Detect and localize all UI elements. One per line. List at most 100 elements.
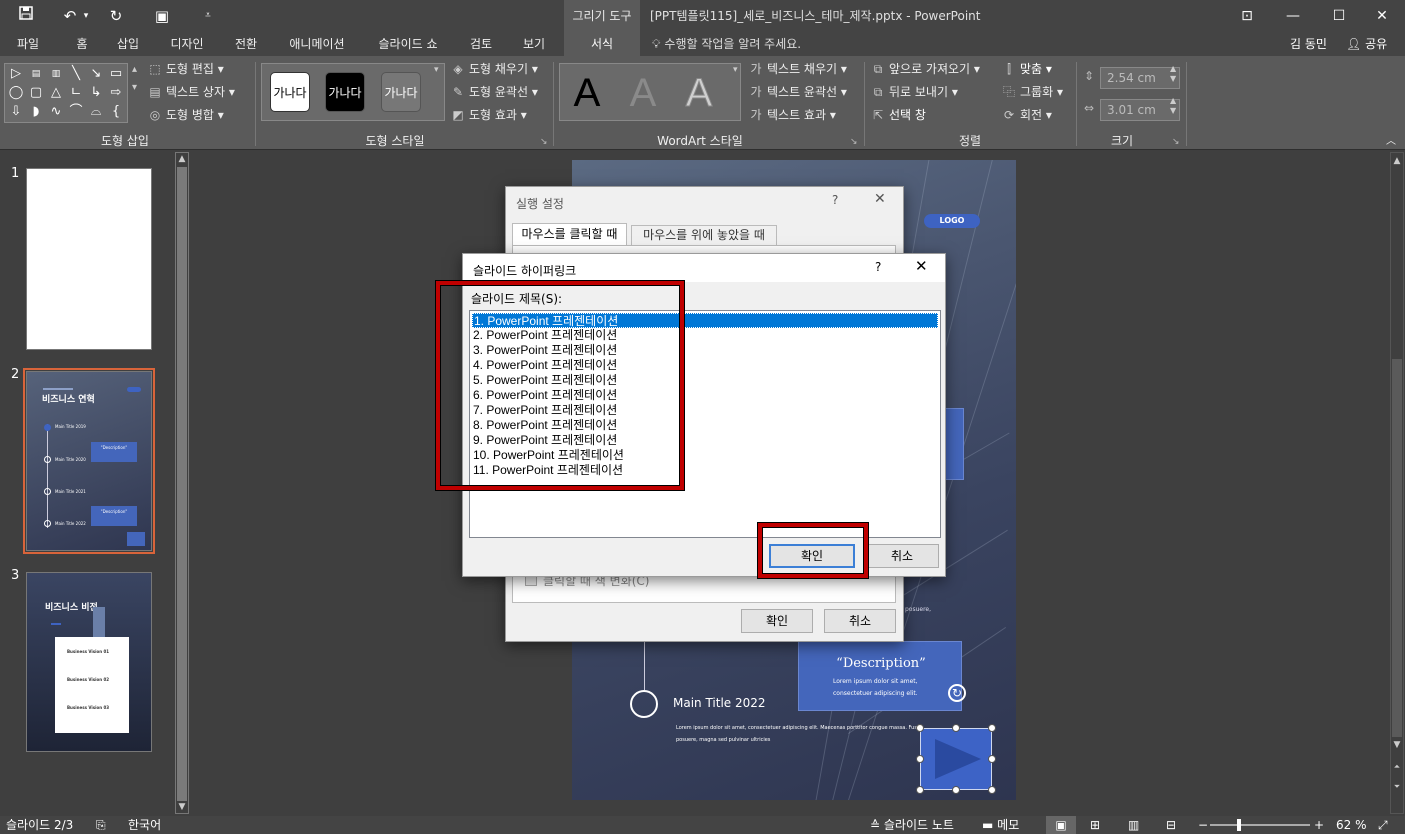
editor-scroll-thumb[interactable]	[1392, 359, 1402, 737]
previous-slide-icon[interactable]: ⏶	[1391, 761, 1403, 773]
text-outline-button[interactable]: 가 텍스트 윤곽선 ▾	[748, 82, 846, 102]
resize-handle[interactable]	[988, 724, 996, 732]
wordart-style-gray[interactable]: A	[618, 70, 668, 116]
customize-toolbar-icon[interactable]: ⩡	[196, 5, 220, 27]
zoom-level[interactable]: 62 %	[1336, 816, 1367, 834]
undo-dropdown-icon[interactable]: ▾	[80, 5, 92, 27]
line-icon[interactable]: ╲	[67, 65, 85, 83]
comments-button[interactable]: ▬ 메모	[982, 816, 1019, 834]
align-button[interactable]: ⫿ 맞춤 ▾	[1001, 59, 1052, 79]
rotate-handle-icon[interactable]: ↻	[948, 684, 966, 702]
shapes-gallery[interactable]: ▷ ▤ ▥ ╲ ↘ ▭ ◯ ▢ △ ㄴ ↳ ⇨ ⇩ ◗ ∿ ⌒ ⌓ {	[4, 63, 128, 123]
freeform-icon[interactable]: ◗	[27, 103, 45, 121]
brace-icon[interactable]: {	[107, 103, 125, 121]
tab-format[interactable]: 서식	[564, 32, 640, 56]
start-slideshow-icon[interactable]: ▣	[150, 5, 174, 27]
rotate-button[interactable]: ⟳ 회전 ▾	[1001, 105, 1052, 125]
text-box-button[interactable]: ▤ 텍스트 상자 ▾	[147, 82, 235, 102]
arrow-line-icon[interactable]: ↘	[87, 65, 105, 83]
tell-me-search[interactable]: 💡︎ 수행할 작업을 알려 주세요.	[652, 32, 801, 56]
wordart-style-outline[interactable]: A	[674, 70, 724, 116]
shape-effects-button[interactable]: ◩ 도형 효과 ▾	[450, 105, 527, 125]
shapes-more-icon[interactable]: ▾	[132, 78, 137, 98]
main-body[interactable]: Lorem ipsum dolor sit amet, consectetuer…	[676, 722, 926, 746]
text-box-shape-icon[interactable]: ▷	[7, 65, 25, 83]
merge-shapes-button[interactable]: ◎ 도형 병합 ▾	[147, 105, 224, 125]
shape-style-gray[interactable]: 가나다	[381, 72, 421, 112]
shape-styles-more-icon[interactable]: ▾	[434, 60, 439, 80]
resize-handle[interactable]	[916, 755, 924, 763]
help-icon[interactable]: ?	[832, 193, 838, 207]
ribbon-display-options-icon[interactable]: ⊡	[1224, 0, 1270, 32]
share-button[interactable]: 👤︎ 공유	[1346, 32, 1387, 56]
bring-forward-button[interactable]: ⧉ 앞으로 가져오기 ▾	[870, 59, 980, 79]
scribble-icon[interactable]: ⌒	[67, 103, 85, 121]
group-button[interactable]: ⿻ 그룹화 ▾	[1001, 82, 1063, 102]
scroll-down-icon[interactable]: ▼	[176, 801, 188, 813]
redo-icon[interactable]: ↻	[104, 5, 128, 27]
tab-slideshow[interactable]: 슬라이드 쇼	[370, 32, 446, 56]
close-icon[interactable]: ✕	[874, 191, 886, 207]
width-field[interactable]: 3.01 cm	[1100, 99, 1180, 121]
text-box-icon[interactable]: ▤	[27, 65, 45, 83]
tab-mouse-over[interactable]: 마우스를 위에 놓았을 때	[631, 225, 777, 245]
rounded-rectangle-icon[interactable]: ▢	[27, 84, 45, 102]
slide-sorter-icon[interactable]: ⊞	[1090, 816, 1100, 834]
tab-view[interactable]: 보기	[514, 32, 554, 56]
selected-play-shape[interactable]	[920, 728, 992, 790]
resize-handle[interactable]	[988, 755, 996, 763]
size-launcher-icon[interactable]: ↘	[1172, 132, 1180, 152]
slide-logo[interactable]: LOGO	[924, 214, 980, 228]
description-box-partial[interactable]	[944, 408, 964, 480]
send-backward-button[interactable]: ⧉ 뒤로 보내기 ▾	[870, 82, 958, 102]
oval-icon[interactable]: ◯	[7, 84, 25, 102]
wordart-style-black[interactable]: A	[562, 70, 612, 116]
elbow-connector-icon[interactable]: ㄴ	[67, 84, 85, 102]
width-spinner-icon[interactable]: ▲ ▼	[1170, 96, 1176, 116]
thumbnail-scrollbar[interactable]: ▲ ▼	[175, 152, 189, 814]
triangle-icon[interactable]: △	[47, 84, 65, 102]
spellcheck-icon[interactable]: ⎘	[96, 816, 106, 834]
tab-mouse-click[interactable]: 마우스를 클릭할 때	[512, 223, 627, 245]
close-window-icon[interactable]: ✕	[1359, 0, 1405, 32]
main-title[interactable]: Main Title 2022	[673, 696, 766, 710]
tab-design[interactable]: 디자인	[162, 32, 212, 56]
down-arrow-icon[interactable]: ⇩	[7, 103, 25, 121]
fit-to-window-icon[interactable]: ⤢	[1378, 816, 1388, 834]
undo-icon[interactable]: ↶	[58, 5, 82, 27]
zoom-in-icon[interactable]: +	[1314, 816, 1324, 834]
text-effects-button[interactable]: 가 텍스트 효과 ▾	[748, 105, 835, 125]
text-fill-button[interactable]: 가 텍스트 채우기 ▾	[748, 59, 846, 79]
height-spinner-icon[interactable]: ▲ ▼	[1170, 64, 1176, 84]
resize-handle[interactable]	[988, 786, 996, 794]
vertical-text-box-icon[interactable]: ▥	[47, 65, 65, 83]
wordart-gallery[interactable]: A A A	[559, 63, 741, 121]
description-box[interactable]: “Description” Lorem ipsum dolor sit amet…	[798, 641, 962, 711]
tab-animations[interactable]: 애니메이션	[282, 32, 352, 56]
language-indicator[interactable]: 한국어	[128, 816, 161, 834]
shape-styles-launcher-icon[interactable]: ↘	[540, 132, 548, 152]
slideshow-view-icon[interactable]: ⊟	[1166, 816, 1176, 834]
selection-pane-button[interactable]: ⇱ 선택 창	[870, 105, 926, 125]
help-icon[interactable]: ?	[875, 260, 881, 274]
shape-style-white[interactable]: 가나다	[270, 72, 310, 112]
tab-insert[interactable]: 삽입	[108, 32, 148, 56]
edit-shape-button[interactable]: ⬚ 도형 편집 ▾	[147, 59, 224, 79]
minimize-icon[interactable]: —	[1270, 0, 1316, 32]
scroll-up-icon[interactable]: ▲	[1391, 155, 1403, 167]
rectangle-icon[interactable]: ▭	[107, 65, 125, 83]
tab-transitions[interactable]: 전환	[226, 32, 266, 56]
scroll-up-icon[interactable]: ▲	[176, 153, 188, 165]
tab-review[interactable]: 검토	[462, 32, 500, 56]
next-slide-icon[interactable]: ⏷	[1391, 781, 1403, 793]
slide-thumbnail-2[interactable]: 비즈니스 연혁 Main Title 2019 Main Title 2020 …	[23, 368, 155, 554]
action-ok-button[interactable]: 확인	[741, 609, 813, 633]
shape-style-black[interactable]: 가나다	[325, 72, 365, 112]
shapes-scroll-icon[interactable]: ▴	[132, 60, 137, 80]
tab-file[interactable]: 파일	[4, 32, 52, 56]
curve-icon[interactable]: ∿	[47, 103, 65, 121]
notes-button[interactable]: ≙ 슬라이드 노트	[870, 816, 954, 834]
user-name[interactable]: 김 동민	[1290, 32, 1327, 56]
hyperlink-cancel-button[interactable]: 취소	[865, 544, 939, 568]
save-icon[interactable]	[14, 5, 38, 27]
